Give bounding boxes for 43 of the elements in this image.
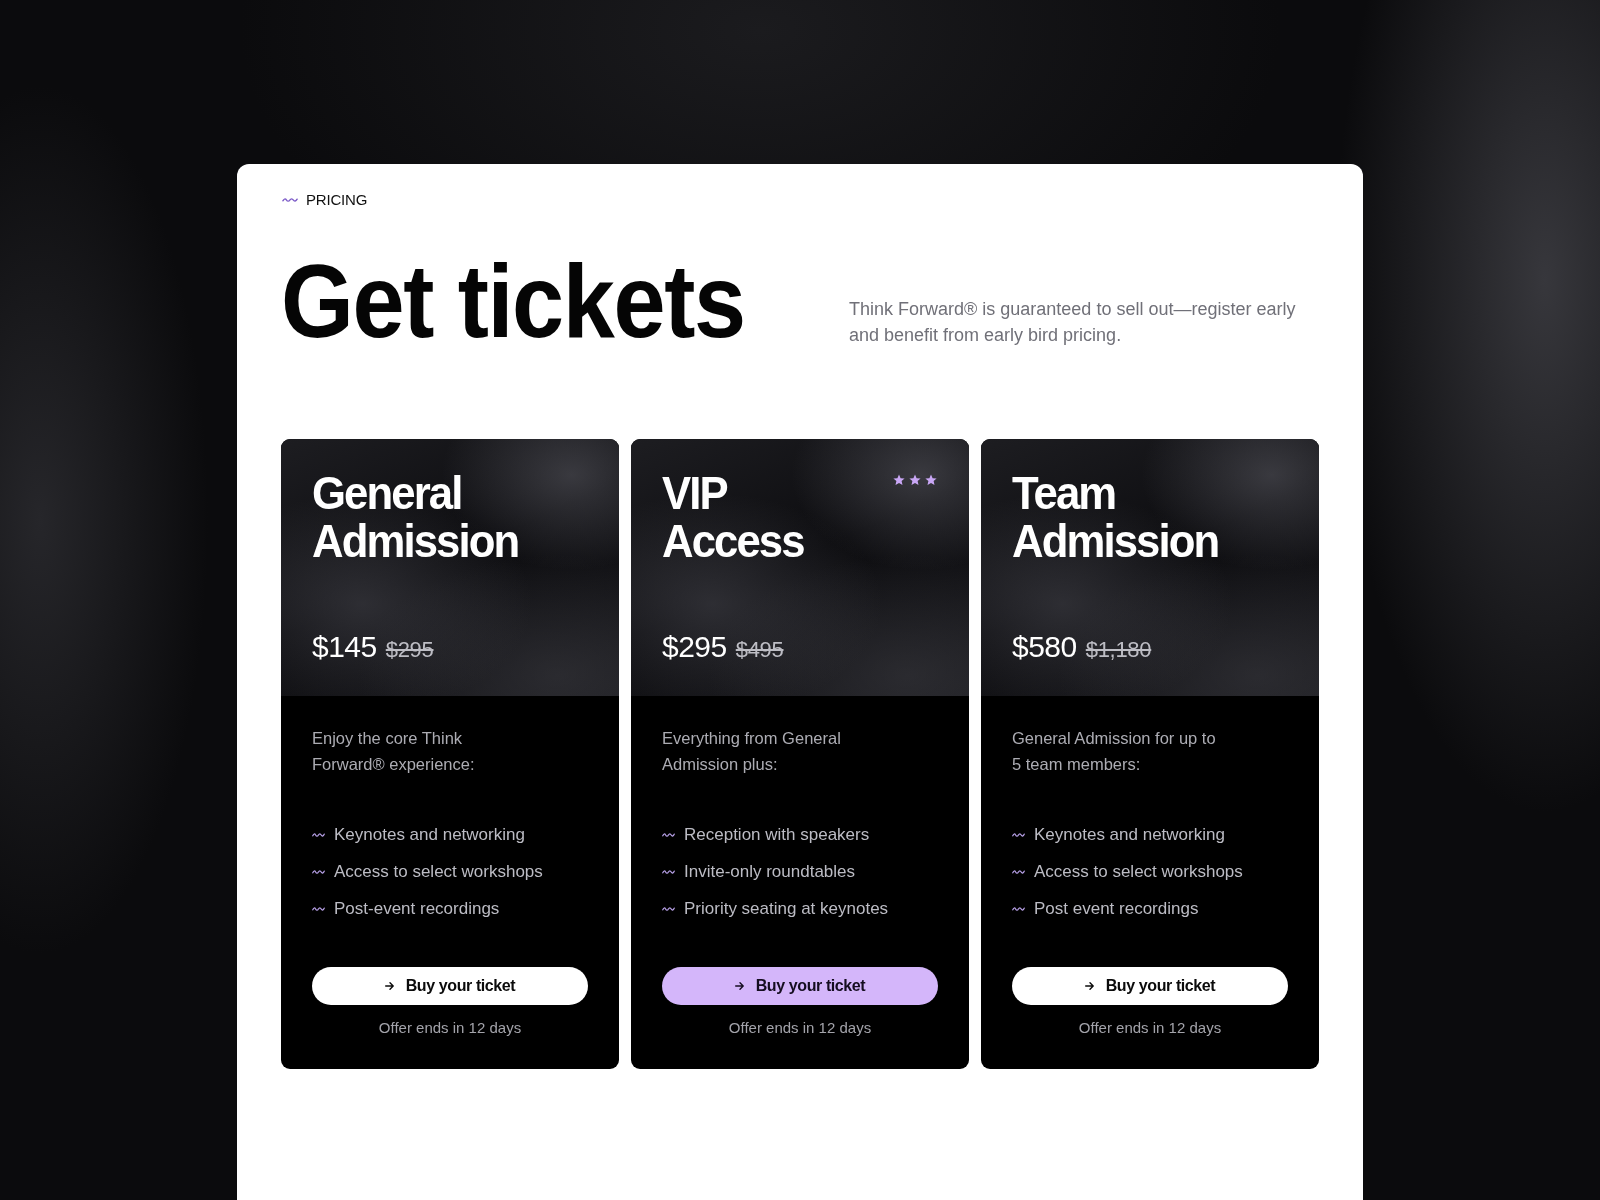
plan-description: Everything from General Admission plus: bbox=[662, 728, 842, 775]
wave-icon bbox=[312, 832, 325, 838]
feature-text: Access to select workshops bbox=[1034, 861, 1243, 883]
feature-text: Invite-only roundtables bbox=[684, 861, 856, 883]
arrow-icon bbox=[734, 982, 744, 990]
feature-text: Keynotes and networking bbox=[1034, 824, 1225, 846]
arrow-icon bbox=[384, 982, 394, 990]
wave-icon bbox=[662, 869, 675, 875]
plan-title: VIP Access bbox=[662, 469, 804, 565]
intro-text: Think Forward® is guaranteed to sell out—register early and benefit from early bird pricing. bbox=[849, 298, 1297, 347]
arrow-icon bbox=[1084, 982, 1094, 990]
buy-ticket-button[interactable]: Buy your ticket bbox=[312, 967, 588, 1005]
offer-note: Offer ends in 12 days bbox=[378, 1019, 522, 1037]
original-price: $295 bbox=[385, 636, 434, 664]
feature-text: Reception with speakers bbox=[684, 824, 870, 846]
page-heading: Get tickets bbox=[281, 249, 745, 353]
wave-icon bbox=[312, 906, 325, 912]
feature-text: Priority seating at keynotes bbox=[684, 898, 889, 920]
buy-ticket-button[interactable]: Buy your ticket bbox=[1012, 967, 1288, 1005]
feature-text: Access to select workshops bbox=[334, 861, 543, 883]
original-price: $495 bbox=[735, 636, 784, 664]
price: $295 bbox=[662, 629, 727, 665]
original-price: $1,180 bbox=[1085, 636, 1152, 664]
wave-icon bbox=[662, 906, 675, 912]
buy-ticket-button[interactable]: Buy your ticket bbox=[662, 967, 938, 1005]
plan-title: Team Admission bbox=[1012, 469, 1219, 565]
feature-text: Post-event recordings bbox=[334, 898, 500, 920]
wave-icon bbox=[1012, 906, 1025, 912]
plan-title: General Admission bbox=[312, 469, 519, 565]
offer-note: Offer ends in 12 days bbox=[1078, 1019, 1222, 1037]
wave-icon bbox=[1012, 869, 1025, 875]
wave-icon bbox=[662, 832, 675, 838]
plan-description: General Admission for up to 5 team members: bbox=[1012, 728, 1217, 775]
price: $145 bbox=[312, 629, 377, 665]
plan-description: Enjoy the core Think Forward® experience: bbox=[312, 728, 476, 775]
wave-icon bbox=[312, 869, 325, 875]
feature-text: Keynotes and networking bbox=[334, 824, 525, 846]
price: $580 bbox=[1012, 629, 1077, 665]
feature-text: Post event recordings bbox=[1034, 898, 1199, 920]
wave-icon bbox=[282, 197, 298, 203]
section-label: PRICING bbox=[306, 191, 368, 209]
wave-icon bbox=[1012, 832, 1025, 838]
offer-note: Offer ends in 12 days bbox=[728, 1019, 872, 1037]
